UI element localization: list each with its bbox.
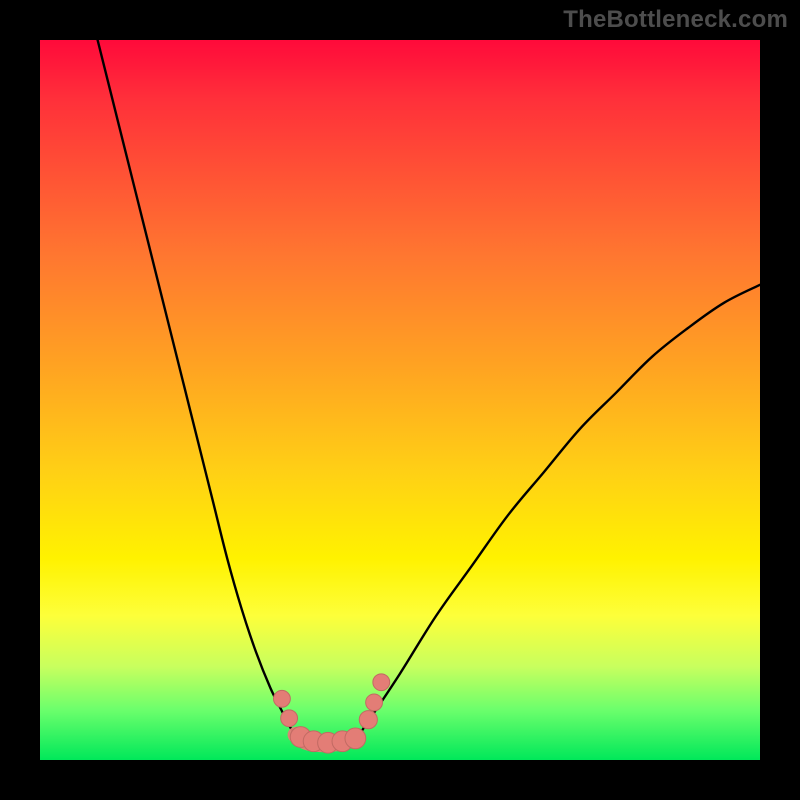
curve-group — [98, 40, 760, 744]
data-marker — [274, 690, 291, 707]
data-marker — [366, 694, 383, 711]
data-marker — [359, 711, 377, 729]
bottleneck-curve — [98, 40, 760, 744]
marker-group — [274, 674, 390, 753]
watermark-text: TheBottleneck.com — [563, 6, 788, 34]
data-marker — [345, 728, 366, 749]
data-marker — [281, 710, 298, 727]
plot-area — [40, 40, 760, 760]
chart-svg — [40, 40, 760, 760]
chart-frame: TheBottleneck.com — [0, 0, 800, 800]
data-marker — [373, 674, 390, 691]
